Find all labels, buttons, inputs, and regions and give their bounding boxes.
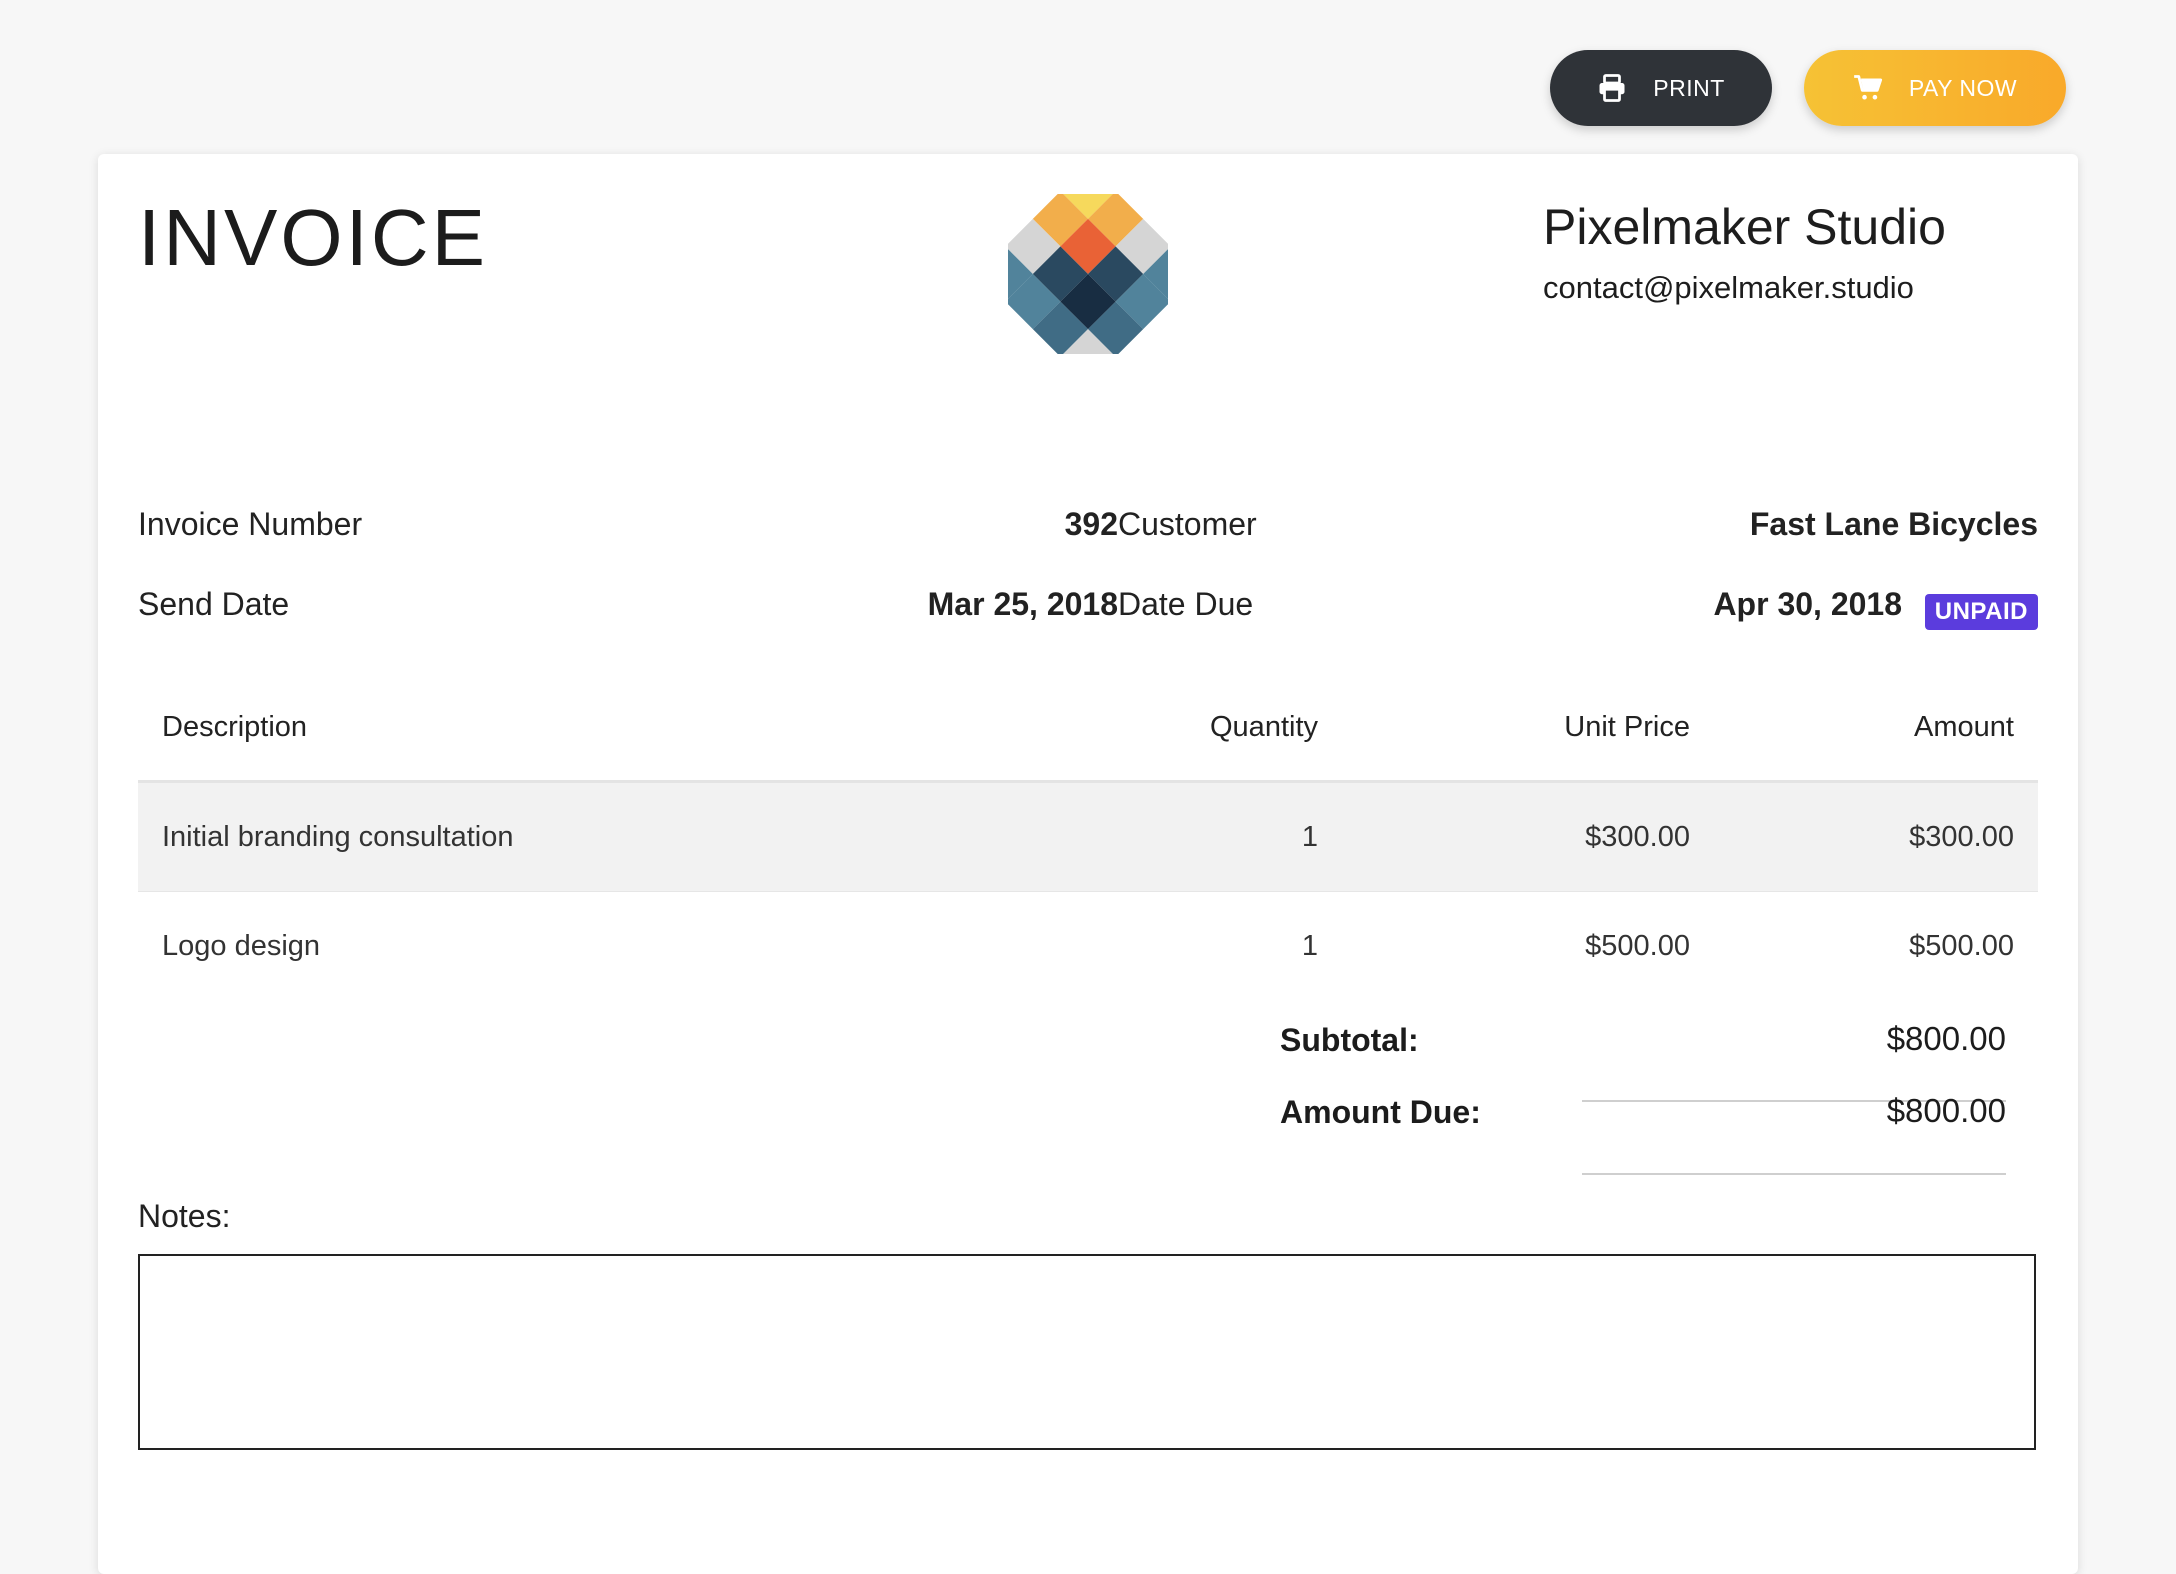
invoice-card: INVOICE Pixelmaker Studio contact@pixelm…	[98, 154, 2078, 1574]
table-row: Initial branding consultation 1 $300.00 …	[138, 783, 2038, 892]
invoice-number-label: Invoice Number	[138, 506, 363, 542]
pay-now-button[interactable]: PAY NOW	[1804, 50, 2066, 126]
subtotal-value: $800.00	[1886, 1020, 2006, 1057]
company-email: contact@pixelmaker.studio	[1543, 270, 1914, 305]
send-date-label: Send Date	[138, 586, 290, 622]
column-header-description: Description	[162, 710, 308, 743]
amount-due-value: $800.00	[1886, 1092, 2006, 1129]
company-info: Pixelmaker Studio contact@pixelmaker.stu…	[1543, 198, 1946, 306]
customer-name: Fast Lane Bicycles	[1749, 506, 2038, 542]
item-quantity: 1	[1301, 820, 1318, 853]
invoice-number: 392	[1064, 506, 1118, 542]
date-due: Apr 30, 2018	[1713, 586, 1902, 622]
printer-icon	[1597, 73, 1627, 103]
cart-icon	[1853, 74, 1883, 102]
pay-now-button-label: PAY NOW	[1908, 74, 2018, 101]
print-button[interactable]: PRINT	[1550, 50, 1772, 126]
page-title: INVOICE	[138, 193, 488, 282]
table-row: Logo design 1 $500.00 $500.00	[138, 892, 2038, 1000]
table-header: Description Quantity Unit Price Amount	[138, 674, 2038, 783]
item-description: Logo design	[162, 929, 321, 962]
item-amount: $500.00	[1909, 929, 2014, 962]
item-description: Initial branding consultation	[162, 820, 514, 853]
column-header-quantity: Quantity	[1210, 710, 1318, 743]
line-items-table: Description Quantity Unit Price Amount I…	[138, 674, 2038, 1000]
date-due-label: Date Due	[1118, 586, 1254, 622]
column-header-amount: Amount	[1914, 710, 2014, 743]
print-button-label: PRINT	[1653, 74, 1725, 101]
amount-due-label: Amount Due:	[1280, 1094, 1481, 1130]
item-unit-price: $300.00	[1585, 820, 1690, 853]
notes-field[interactable]	[138, 1254, 2036, 1450]
totals-divider	[1582, 1173, 2006, 1175]
status-badge: UNPAID	[1924, 594, 2038, 630]
subtotal-label: Subtotal:	[1280, 1022, 1419, 1058]
send-date: Mar 25, 2018	[927, 586, 1118, 622]
item-amount: $300.00	[1909, 820, 2014, 853]
notes-label: Notes:	[138, 1198, 231, 1234]
company-name: Pixelmaker Studio	[1543, 199, 1946, 255]
item-quantity: 1	[1301, 929, 1318, 962]
customer-label: Customer	[1118, 506, 1257, 542]
company-logo	[977, 163, 1199, 385]
column-header-unit-price: Unit Price	[1564, 710, 1690, 743]
item-unit-price: $500.00	[1585, 929, 1690, 962]
